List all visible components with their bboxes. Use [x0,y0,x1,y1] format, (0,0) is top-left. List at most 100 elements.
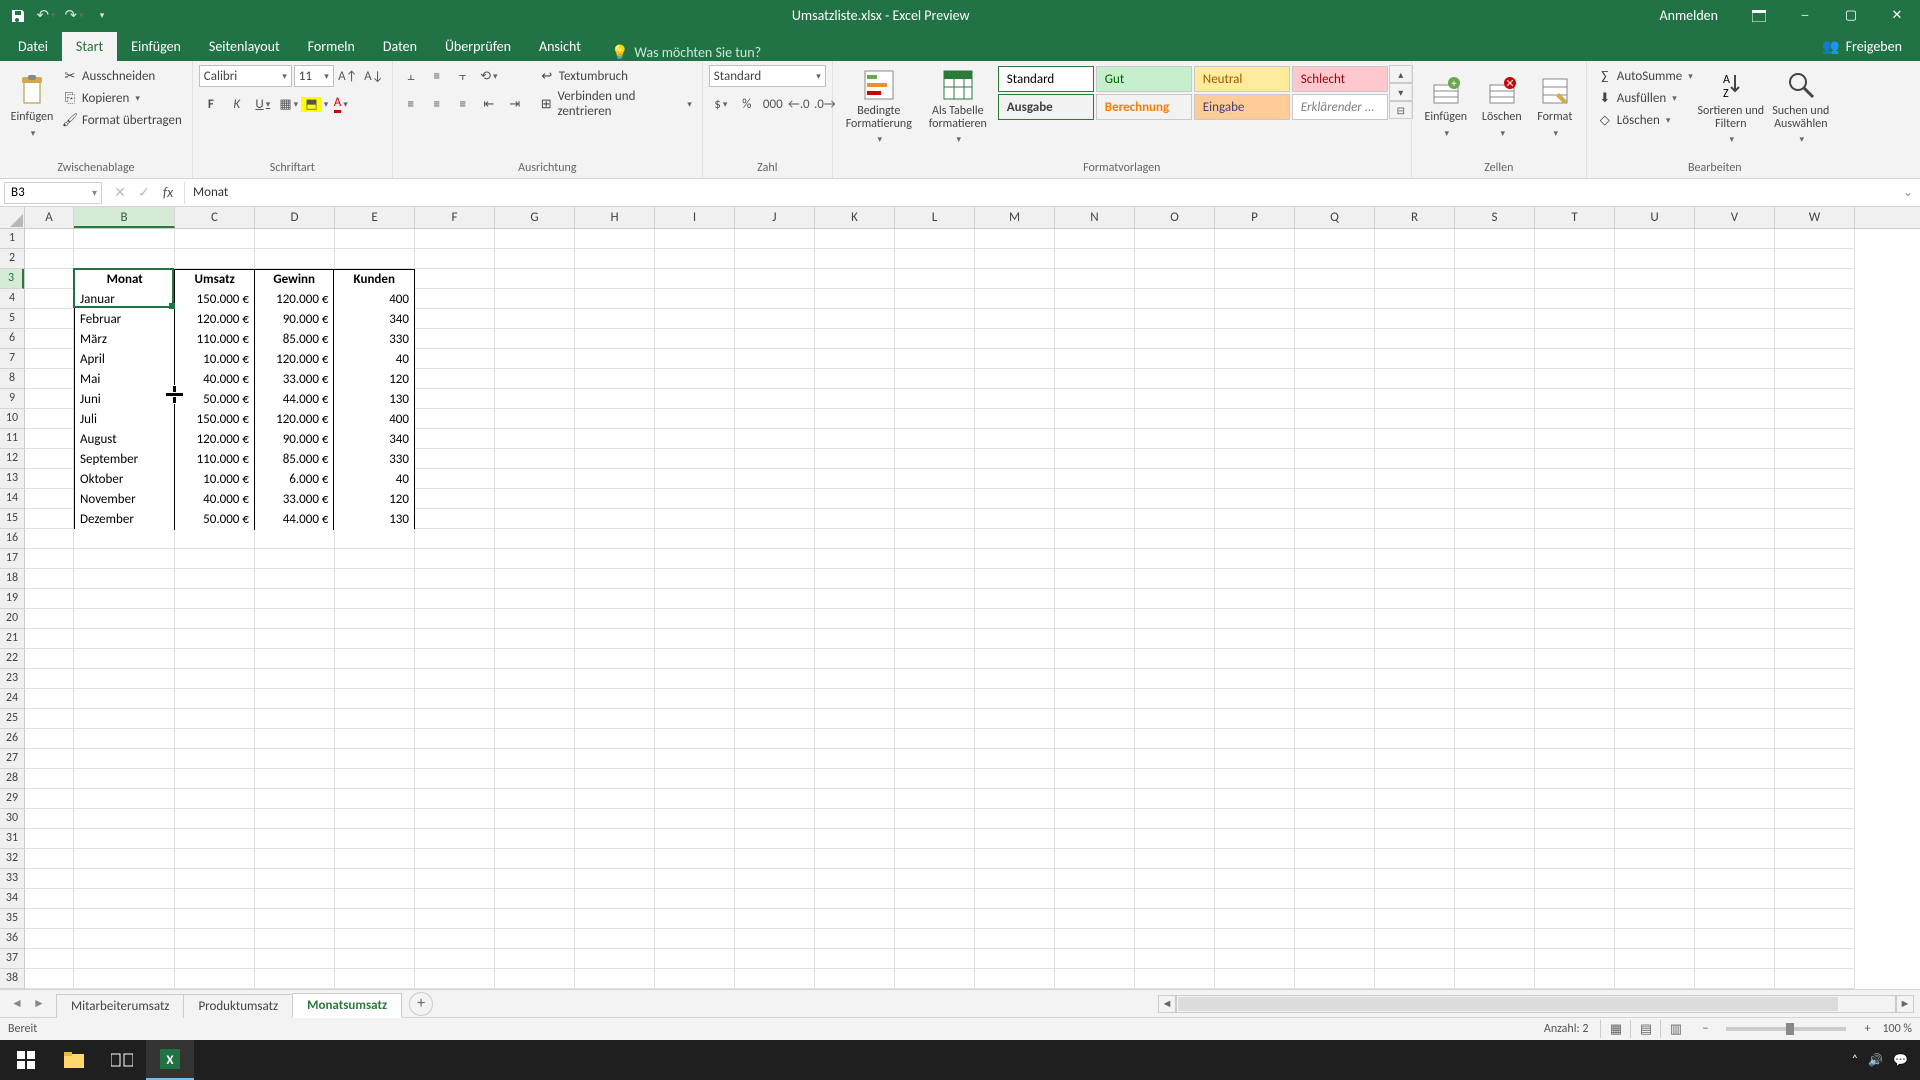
cell[interactable] [415,549,495,569]
row-header[interactable]: 19 [0,589,24,609]
cell[interactable] [1775,289,1855,309]
undo-icon[interactable]: ↶▾ [34,4,58,28]
cell[interactable] [1695,249,1775,269]
cell[interactable] [1055,369,1135,389]
cell[interactable] [495,249,575,269]
cell[interactable] [895,749,975,769]
cell[interactable] [25,529,74,549]
cell[interactable] [1215,669,1295,689]
table-cell[interactable]: 330 [334,450,414,470]
cell[interactable] [735,309,815,329]
cell[interactable] [74,609,175,629]
cell[interactable] [735,449,815,469]
cell[interactable] [1535,669,1615,689]
cell[interactable] [575,529,655,549]
cell[interactable] [1695,629,1775,649]
cell[interactable] [1535,349,1615,369]
cell[interactable] [895,889,975,909]
cell[interactable] [735,689,815,709]
cell[interactable] [1455,649,1535,669]
cell[interactable] [415,529,495,549]
cell[interactable] [1295,749,1375,769]
cell[interactable] [1695,289,1775,309]
table-cell[interactable]: April [75,350,175,370]
cell[interactable] [1695,849,1775,869]
cell[interactable] [735,729,815,749]
cell[interactable] [655,729,735,749]
cell[interactable] [1215,709,1295,729]
row-header[interactable]: 10 [0,409,24,429]
cell[interactable] [175,789,255,809]
cell[interactable] [1615,609,1695,629]
cell[interactable] [1535,269,1615,289]
cell[interactable] [975,869,1055,889]
row-header[interactable]: 38 [0,969,24,989]
cell[interactable] [1455,769,1535,789]
cell[interactable] [1615,829,1695,849]
cell[interactable] [25,909,74,929]
cell[interactable] [1215,849,1295,869]
cell[interactable] [1055,349,1135,369]
cell[interactable] [1055,249,1135,269]
cell[interactable] [575,409,655,429]
table-cell[interactable]: 150.000 € [175,290,255,310]
cell[interactable] [1695,549,1775,569]
row-header[interactable]: 13 [0,469,24,489]
cell[interactable] [1695,569,1775,589]
fill-button[interactable]: ⬇Ausfüllen▾ [1593,87,1697,109]
cell[interactable] [575,849,655,869]
table-cell[interactable]: 400 [334,290,414,310]
cell[interactable] [1455,369,1535,389]
cell[interactable] [815,729,895,749]
cell[interactable] [1055,449,1135,469]
cell[interactable] [1295,489,1375,509]
cell[interactable] [1455,629,1535,649]
fx-icon[interactable]: fx [156,182,180,204]
cell[interactable] [1295,909,1375,929]
cell[interactable] [1215,529,1295,549]
table-cell[interactable]: 40 [334,470,414,490]
row-header[interactable]: 9 [0,389,24,409]
cell[interactable] [415,789,495,809]
cell[interactable] [1615,349,1695,369]
cell[interactable] [895,929,975,949]
cell[interactable] [1375,249,1455,269]
cell[interactable] [1615,589,1695,609]
cell[interactable] [25,589,74,609]
cell[interactable] [335,549,415,569]
cell[interactable] [1455,709,1535,729]
row-header[interactable]: 37 [0,949,24,969]
cell[interactable] [1455,349,1535,369]
spreadsheet-grid[interactable]: ABCDEFGHIJKLMNOPQRSTUVW 1234567891011121… [0,207,1920,989]
cell[interactable] [895,809,975,829]
cell[interactable] [735,509,815,529]
cell[interactable] [1535,809,1615,829]
zoom-level[interactable]: 100 % [1882,1022,1912,1036]
cell[interactable] [575,689,655,709]
cell[interactable] [1615,369,1695,389]
cell[interactable] [1295,249,1375,269]
cell[interactable] [735,289,815,309]
cell[interactable] [1615,709,1695,729]
cell[interactable] [415,609,495,629]
cell[interactable] [1375,669,1455,689]
cell[interactable] [255,909,335,929]
cell[interactable] [1455,469,1535,489]
cell[interactable] [575,809,655,829]
cell[interactable] [74,869,175,889]
cell[interactable] [655,529,735,549]
zoom-out-icon[interactable]: − [1702,1022,1708,1036]
delete-cells-button[interactable]: ✕Löschen▾ [1474,65,1530,149]
cell[interactable] [1455,889,1535,909]
cell[interactable] [895,309,975,329]
cell[interactable] [335,849,415,869]
cell[interactable] [1135,349,1215,369]
cell[interactable] [1375,589,1455,609]
cell[interactable] [1055,529,1135,549]
cell[interactable] [655,389,735,409]
cell[interactable] [655,329,735,349]
cell[interactable] [1455,689,1535,709]
cell[interactable] [1375,969,1455,989]
cell[interactable] [1215,309,1295,329]
cell[interactable] [255,789,335,809]
